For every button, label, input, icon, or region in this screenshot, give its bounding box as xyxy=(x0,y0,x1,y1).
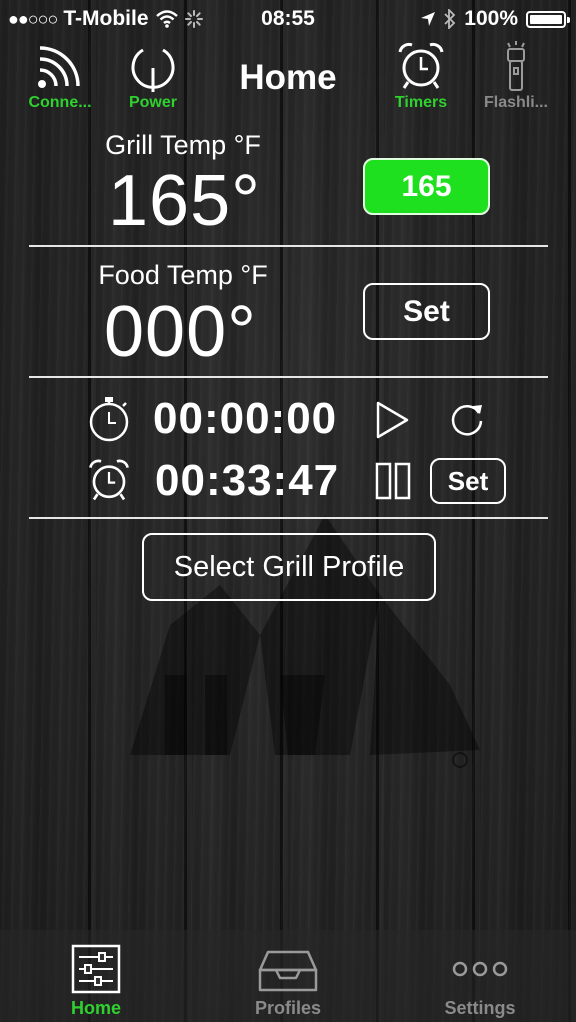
tab-home-label: Home xyxy=(70,998,121,1018)
bluetooth-icon xyxy=(444,9,456,29)
grill-temp-value: 165° xyxy=(108,161,261,241)
connect-button[interactable]: Conne... xyxy=(10,40,110,112)
tab-profiles[interactable]: Profiles xyxy=(192,930,384,1019)
countdown-set-button[interactable]: Set xyxy=(430,458,506,504)
countdown-alarm-icon xyxy=(89,459,129,501)
tab-settings[interactable]: Settings xyxy=(384,930,576,1019)
timers-button[interactable]: Timers xyxy=(371,40,471,112)
food-temp-value: 000° xyxy=(104,292,257,372)
play-icon[interactable] xyxy=(375,400,411,440)
battery-icon xyxy=(526,10,570,28)
tray-icon xyxy=(258,950,318,992)
power-button[interactable]: Power xyxy=(103,40,203,112)
top-navigation: Conne... Power Home Timers Flashli... xyxy=(0,40,576,118)
status-bar: ●●○○○ T-Mobile 08:55 100% xyxy=(0,0,576,38)
connect-label: Conne... xyxy=(28,94,92,111)
tab-settings-label: Settings xyxy=(444,998,516,1018)
location-arrow-icon xyxy=(421,12,436,26)
wifi-signal-icon xyxy=(38,46,80,88)
power-icon xyxy=(131,48,175,92)
divider-1 xyxy=(29,245,548,247)
battery-percent: 100% xyxy=(464,7,518,30)
tab-bar: Home Profiles Settings xyxy=(0,930,576,1022)
stopwatch-time: 00:00:00 xyxy=(153,394,338,443)
flashlight-button[interactable]: Flashli... xyxy=(466,40,566,112)
power-label: Power xyxy=(128,94,177,111)
countdown-time: 00:33:47 xyxy=(155,456,340,505)
food-temp-label: Food Temp °F xyxy=(98,260,268,290)
divider-3 xyxy=(29,517,548,519)
grill-setpoint-button[interactable]: 165 xyxy=(363,158,490,215)
more-dots-icon xyxy=(452,961,508,977)
timers-label: Timers xyxy=(394,94,448,111)
tab-profiles-label: Profiles xyxy=(254,998,322,1018)
wood-background xyxy=(0,0,576,1022)
divider-2 xyxy=(29,376,548,378)
reset-icon[interactable] xyxy=(448,400,486,438)
food-set-button[interactable]: Set xyxy=(363,283,490,340)
pause-icon[interactable] xyxy=(375,462,411,500)
stopwatch-icon xyxy=(89,397,129,442)
flashlight-label: Flashli... xyxy=(483,94,548,111)
tab-home[interactable]: Home xyxy=(0,930,192,1019)
sliders-icon xyxy=(71,944,121,994)
grill-temp-label: Grill Temp °F xyxy=(105,130,261,160)
select-grill-profile-button[interactable]: Select Grill Profile xyxy=(142,533,436,601)
alarm-clock-icon xyxy=(398,42,444,89)
flashlight-icon xyxy=(507,41,525,91)
